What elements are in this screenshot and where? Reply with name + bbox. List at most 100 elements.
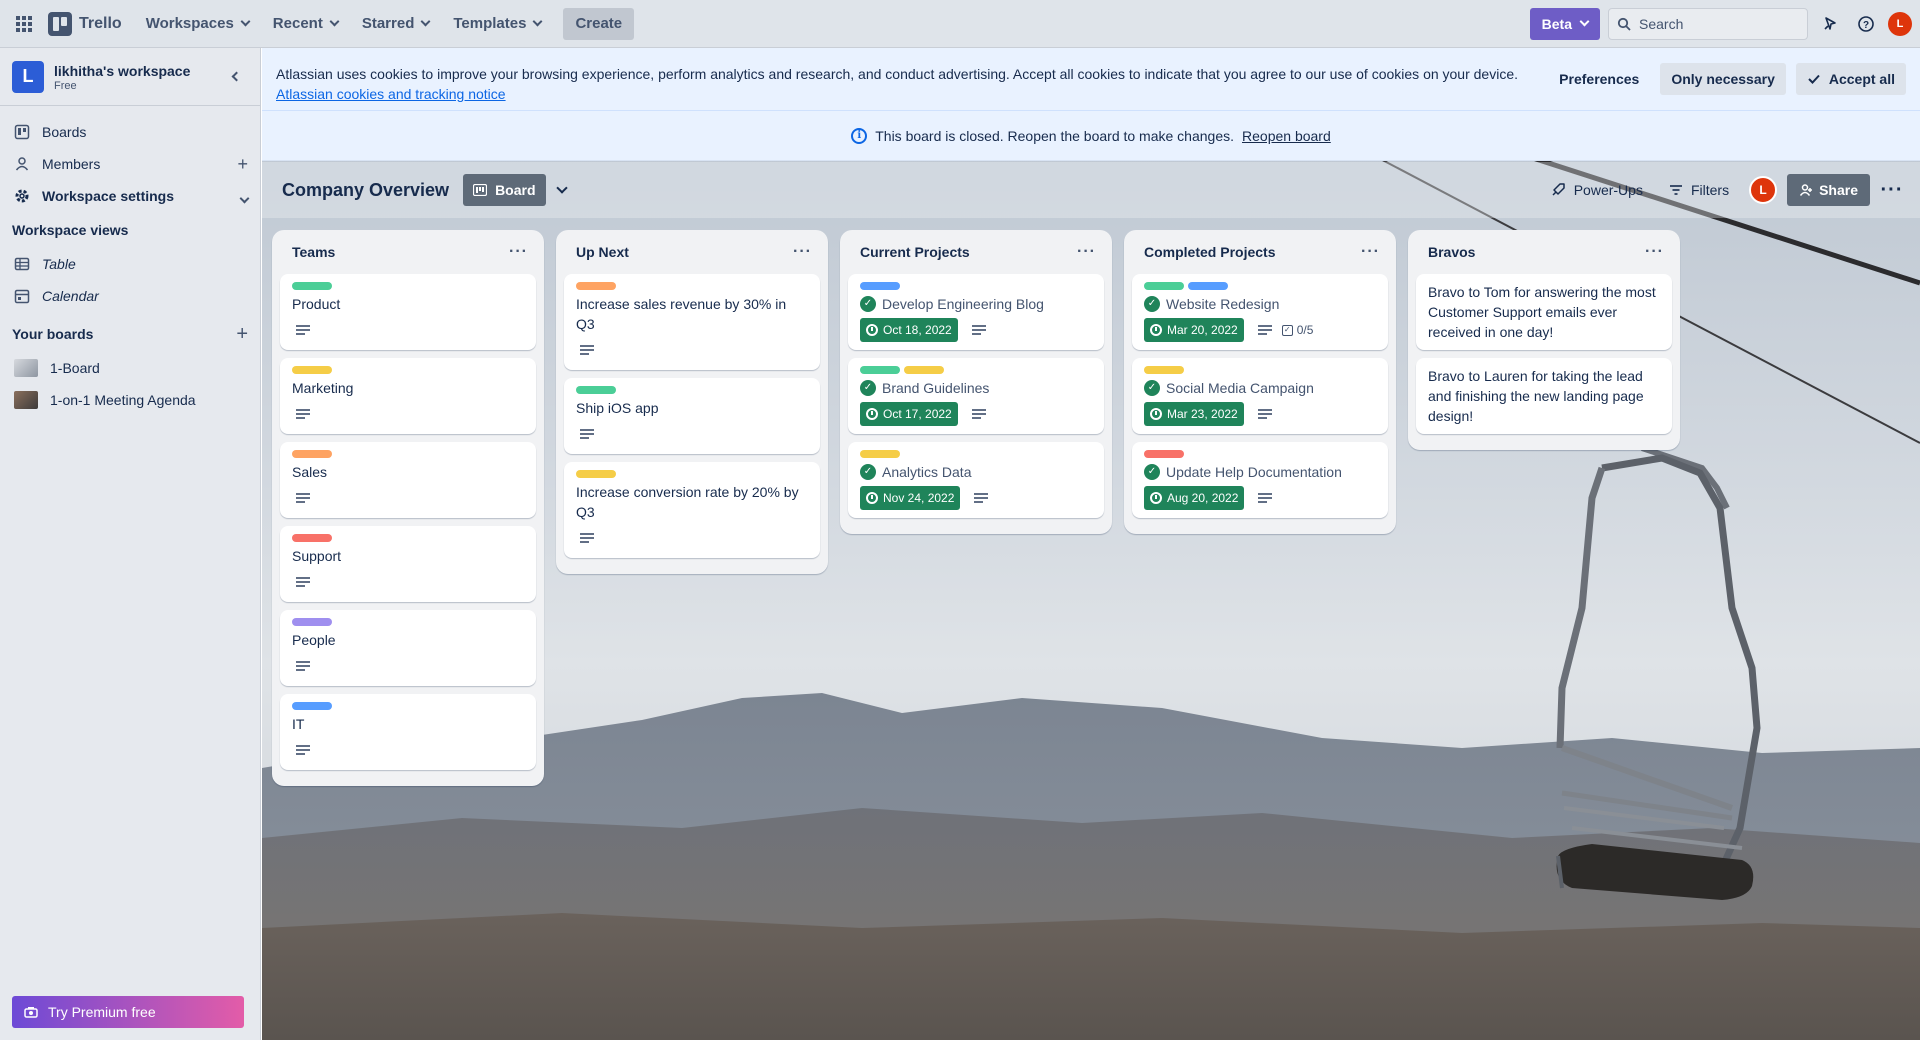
due-date-badge[interactable]: Oct 18, 2022 — [860, 318, 958, 342]
card-label[interactable] — [1144, 450, 1184, 458]
card-label[interactable] — [576, 386, 616, 394]
complete-check-icon[interactable]: ✓ — [860, 464, 876, 480]
card[interactable]: ✓ Analytics Data Nov 24, 2022 — [848, 442, 1104, 518]
complete-check-icon[interactable]: ✓ — [860, 380, 876, 396]
card-label[interactable] — [1144, 282, 1184, 290]
due-date-badge[interactable]: Nov 24, 2022 — [860, 486, 961, 510]
notifications-icon[interactable] — [1816, 10, 1844, 38]
list-title[interactable]: Teams — [292, 244, 335, 260]
card[interactable]: Product — [280, 274, 536, 350]
card-label[interactable] — [292, 702, 332, 710]
sidebar-item-boards[interactable]: Boards — [0, 116, 260, 148]
recent-menu[interactable]: Recent — [263, 8, 348, 40]
add-board-icon[interactable]: + — [236, 323, 248, 346]
card[interactable]: Increase conversion rate by 20% by Q3 — [564, 462, 820, 558]
search-box[interactable] — [1608, 7, 1808, 40]
due-date-badge[interactable]: Mar 23, 2022 — [1144, 402, 1244, 426]
trello-logo[interactable]: Trello — [48, 11, 122, 36]
app-switcher-icon[interactable] — [8, 8, 40, 40]
cookie-only-necessary-button[interactable]: Only necessary — [1660, 63, 1786, 95]
try-premium-button[interactable]: Try Premium free — [12, 996, 244, 1028]
cookie-preferences-button[interactable]: Preferences — [1548, 63, 1650, 95]
list-title[interactable]: Completed Projects — [1144, 244, 1275, 260]
card-label[interactable] — [860, 282, 900, 290]
card[interactable]: Sales — [280, 442, 536, 518]
add-member-icon[interactable]: + — [237, 154, 248, 175]
cookie-accept-all-button[interactable]: Accept all — [1795, 63, 1906, 95]
card-label[interactable] — [860, 366, 900, 374]
sidebar-board-1-on-1-meeting-agenda[interactable]: 1-on-1 Meeting Agenda — [0, 384, 260, 416]
card-label[interactable] — [1144, 366, 1184, 374]
card[interactable]: IT — [280, 694, 536, 770]
chevron-down-icon[interactable] — [239, 186, 250, 207]
board-menu-button[interactable]: ··· — [1876, 174, 1908, 206]
templates-menu[interactable]: Templates — [443, 8, 551, 40]
help-icon[interactable]: ? — [1852, 10, 1880, 38]
filters-button[interactable]: Filters — [1659, 174, 1739, 206]
member-avatar[interactable]: L — [1749, 176, 1778, 204]
share-button[interactable]: Share — [1787, 174, 1870, 206]
list-title[interactable]: Current Projects — [860, 244, 970, 260]
card[interactable]: ✓ Develop Engineering Blog Oct 18, 2022 — [848, 274, 1104, 350]
cookie-notice-link[interactable]: Atlassian cookies and tracking notice — [276, 86, 506, 102]
reopen-board-link[interactable]: Reopen board — [1242, 128, 1331, 144]
sidebar-item-table[interactable]: Table — [0, 248, 260, 280]
list-actions-icon[interactable]: ··· — [509, 243, 528, 261]
due-date-badge[interactable]: Mar 20, 2022 — [1144, 318, 1244, 342]
chevron-down-icon — [1579, 16, 1590, 27]
card-label[interactable] — [576, 470, 616, 478]
card[interactable]: Bravo to Lauren for taking the lead and … — [1416, 358, 1672, 434]
sidebar-item-calendar[interactable]: Calendar — [0, 280, 260, 312]
starred-menu[interactable]: Starred — [352, 8, 440, 40]
card[interactable]: ✓ Brand Guidelines Oct 17, 2022 — [848, 358, 1104, 434]
list-title[interactable]: Bravos — [1428, 244, 1475, 260]
card-badges — [292, 654, 524, 678]
list-title[interactable]: Up Next — [576, 244, 629, 260]
card-label[interactable] — [576, 282, 616, 290]
user-avatar[interactable]: L — [1888, 11, 1912, 36]
card-label[interactable] — [292, 366, 332, 374]
due-date-badge[interactable]: Oct 17, 2022 — [860, 402, 958, 426]
card[interactable]: Marketing — [280, 358, 536, 434]
power-ups-button[interactable]: Power-Ups — [1540, 174, 1653, 206]
complete-check-icon[interactable]: ✓ — [860, 296, 876, 312]
sidebar-board-1-board[interactable]: 1-Board — [0, 352, 260, 384]
list-actions-icon[interactable]: ··· — [1361, 243, 1380, 261]
workspaces-menu[interactable]: Workspaces — [136, 8, 259, 40]
workspace-logo[interactable]: L — [12, 60, 44, 93]
create-button[interactable]: Create — [563, 7, 635, 40]
list-actions-icon[interactable]: ··· — [793, 243, 812, 261]
sidebar-item-label: Calendar — [42, 288, 99, 304]
card-label[interactable] — [292, 450, 332, 458]
complete-check-icon[interactable]: ✓ — [1144, 380, 1160, 396]
board-view-button[interactable]: Board — [463, 174, 546, 206]
card[interactable]: ✓ Social Media Campaign Mar 23, 2022 — [1132, 358, 1388, 434]
list-actions-icon[interactable]: ··· — [1645, 243, 1664, 261]
card-label[interactable] — [292, 618, 332, 626]
card-label[interactable] — [1188, 282, 1228, 290]
search-input[interactable] — [1639, 15, 1779, 32]
beta-button[interactable]: Beta — [1529, 7, 1600, 40]
board-title[interactable]: Company Overview — [282, 180, 449, 201]
sidebar-item-members[interactable]: Members + — [0, 148, 260, 180]
card[interactable]: People — [280, 610, 536, 686]
complete-check-icon[interactable]: ✓ — [1144, 296, 1160, 312]
due-date-badge[interactable]: Aug 20, 2022 — [1144, 486, 1245, 510]
workspace-name[interactable]: likhitha's workspace — [54, 62, 190, 80]
card-label[interactable] — [292, 534, 332, 542]
card[interactable]: Support — [280, 526, 536, 602]
card-label[interactable] — [860, 450, 900, 458]
card[interactable]: ✓ Website Redesign Mar 20, 2022 ✓ 0/5 — [1132, 274, 1388, 350]
card[interactable]: Ship iOS app — [564, 378, 820, 454]
list-actions-icon[interactable]: ··· — [1077, 243, 1096, 261]
switch-views-button[interactable] — [546, 174, 578, 206]
workspace-header: L likhitha's workspace Free — [0, 48, 260, 106]
collapse-sidebar-button[interactable] — [224, 65, 248, 89]
sidebar-item-workspace-settings[interactable]: Workspace settings — [0, 180, 260, 212]
complete-check-icon[interactable]: ✓ — [1144, 464, 1160, 480]
card[interactable]: ✓ Update Help Documentation Aug 20, 2022 — [1132, 442, 1388, 518]
card[interactable]: Bravo to Tom for answering the most Cust… — [1416, 274, 1672, 350]
card-label[interactable] — [904, 366, 944, 374]
card-label[interactable] — [292, 282, 332, 290]
card[interactable]: Increase sales revenue by 30% in Q3 — [564, 274, 820, 370]
